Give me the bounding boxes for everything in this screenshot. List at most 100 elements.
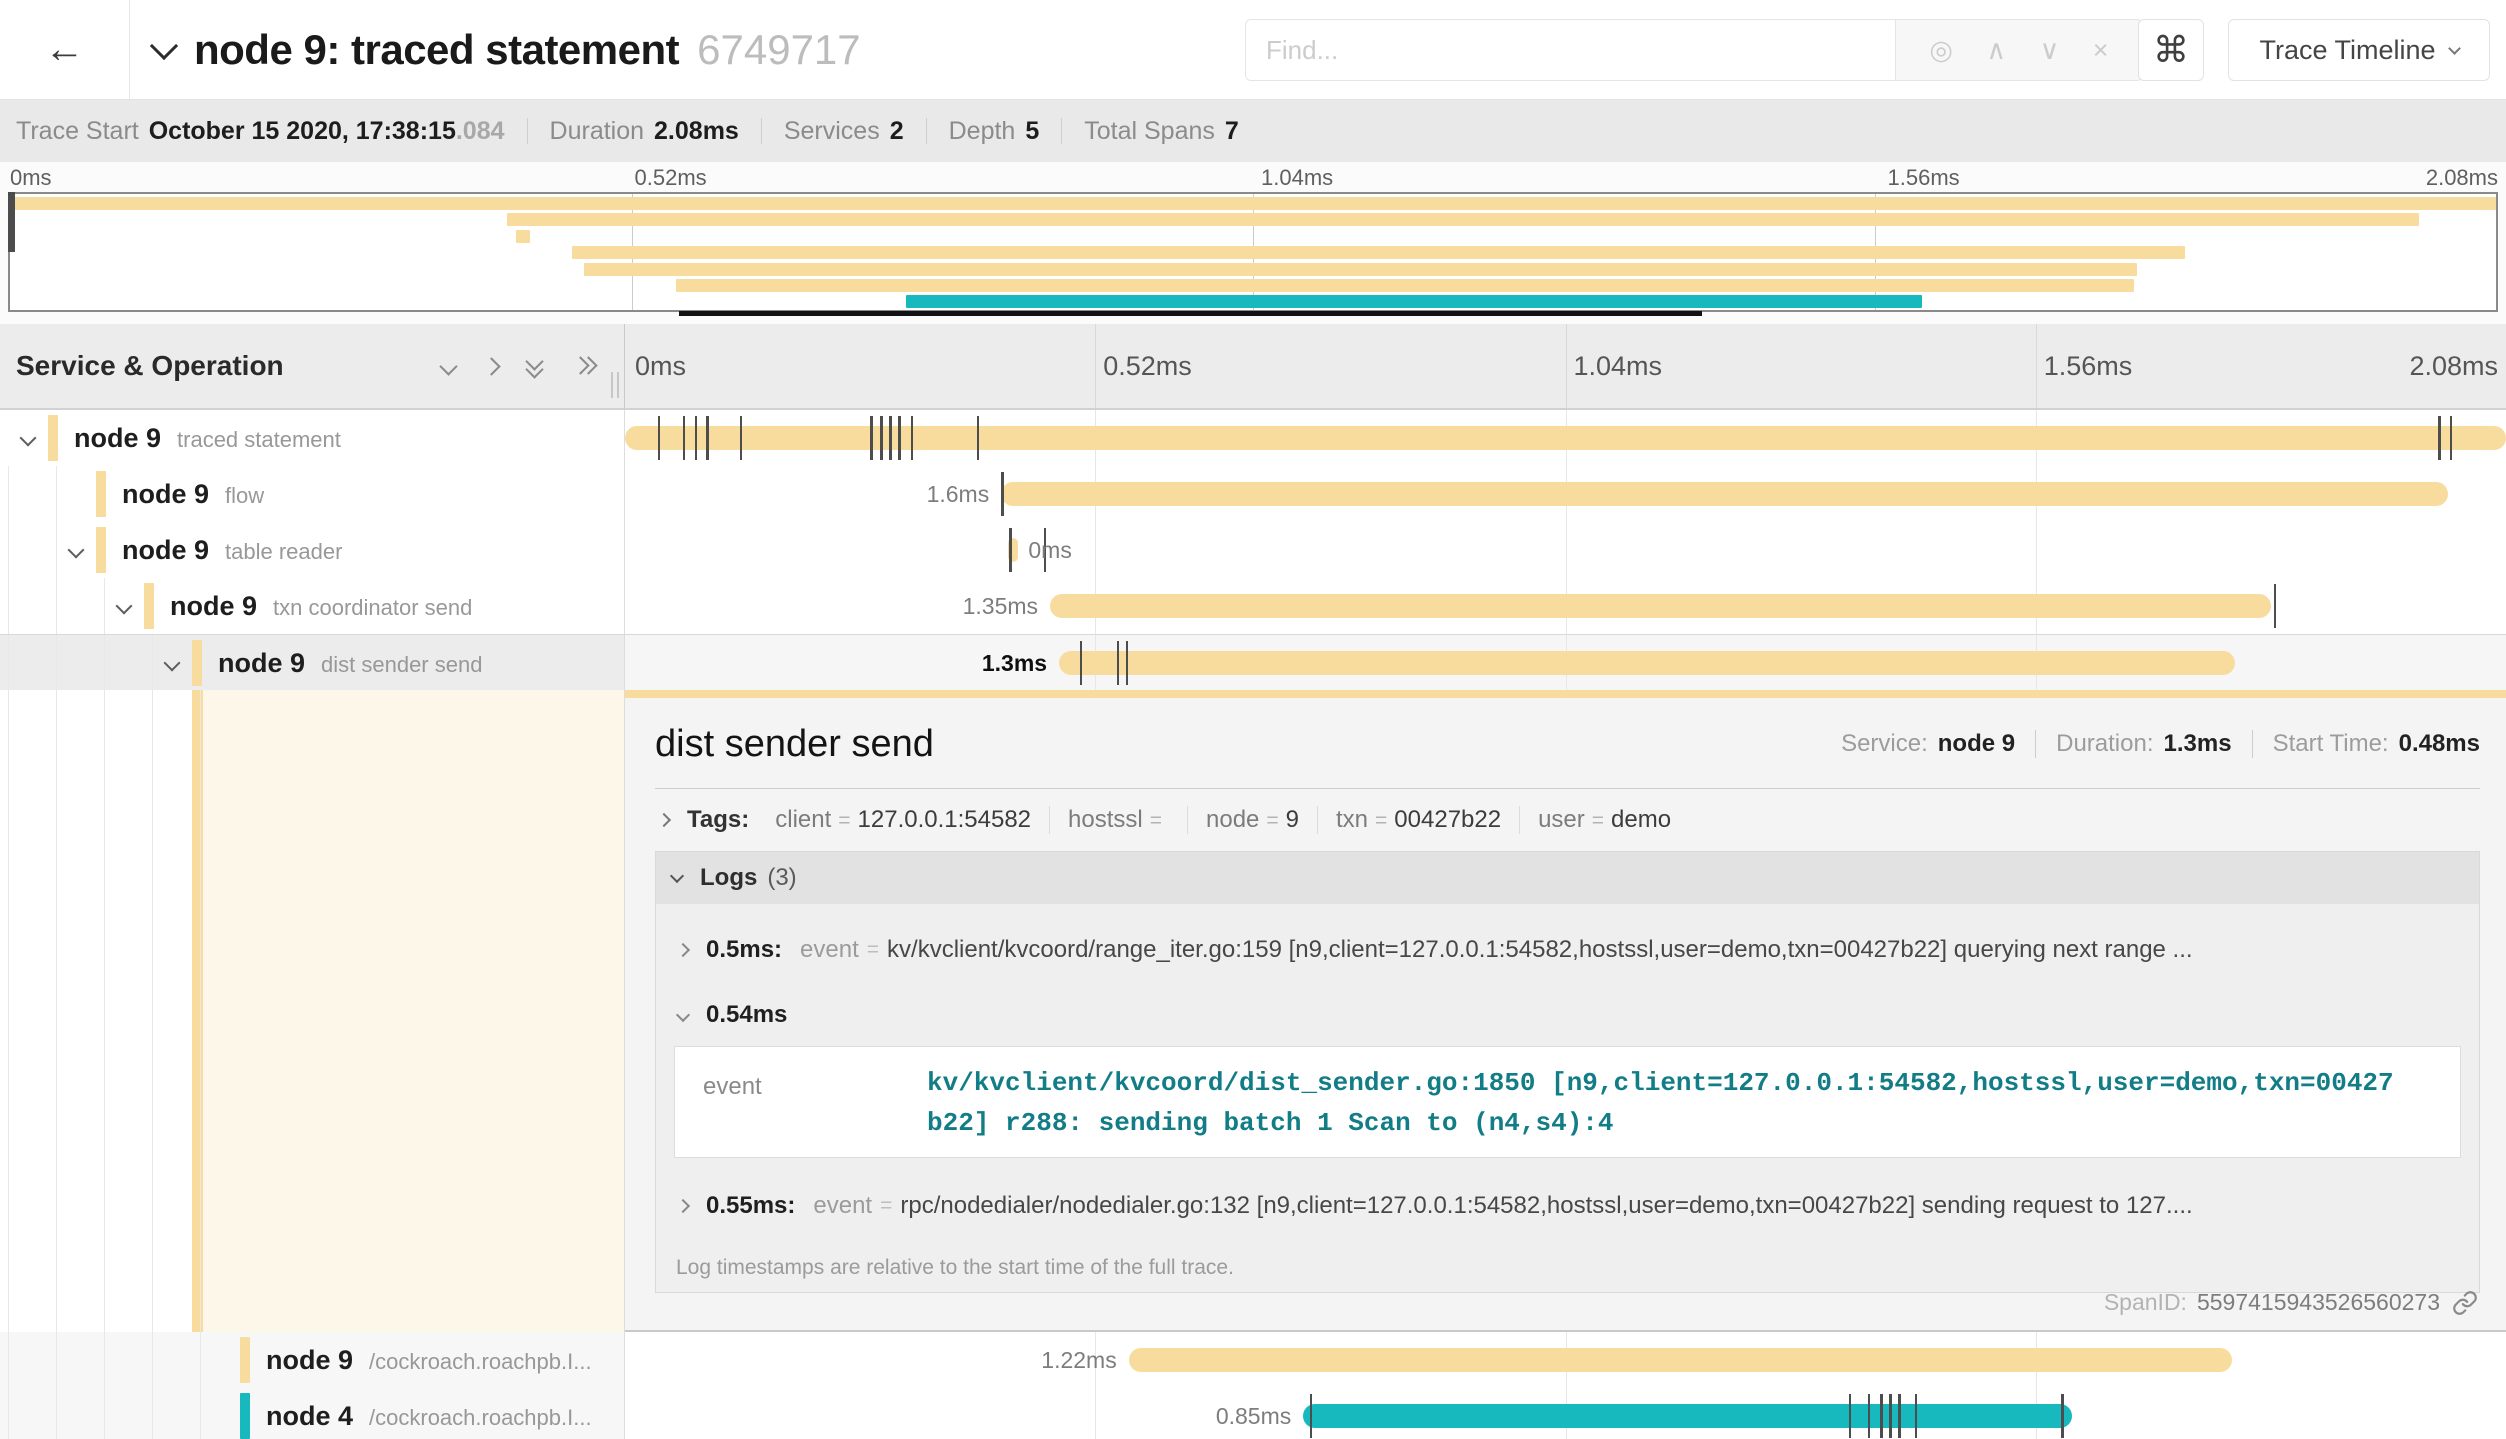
- span-duration-bar[interactable]: [1050, 594, 2271, 618]
- span-row[interactable]: node 9traced statement: [0, 410, 2506, 466]
- span-timeline-cell[interactable]: [625, 410, 2506, 466]
- summary-value: 2.08ms: [654, 117, 739, 145]
- view-selector-button[interactable]: Trace Timeline: [2228, 19, 2490, 81]
- collapse-span-chevron-icon[interactable]: [116, 598, 133, 615]
- selected-span-top-border: [625, 690, 2506, 698]
- operation-name: table reader: [225, 539, 342, 564]
- summary-label: Total Spans: [1084, 117, 1215, 145]
- keyboard-shortcuts-button[interactable]: ⌘: [2138, 19, 2204, 81]
- collapse-span-chevron-icon[interactable]: [20, 430, 37, 447]
- summary-item: Total Spans 7: [1084, 117, 1239, 146]
- span-row[interactable]: node 9dist sender send1.3ms: [0, 634, 2506, 690]
- selected-span-tint: [203, 690, 624, 1332]
- span-duration-bar[interactable]: [625, 426, 2506, 450]
- span-duration-bar[interactable]: [1303, 1404, 2072, 1428]
- minimap-span-bar: [507, 213, 2419, 226]
- log-fields-table: eventkv/kvclient/kvcoord/dist_sender.go:…: [674, 1046, 2461, 1158]
- minimap-canvas[interactable]: [8, 192, 2498, 312]
- tags-list: client=127.0.0.1:54582hostssl=node=9txn=…: [775, 806, 1671, 834]
- log-entry-collapsed[interactable]: 0.55ms:event=rpc/nodedialer/nodedialer.g…: [672, 1168, 2463, 1244]
- log-marker-tick: [977, 416, 980, 460]
- timeline-column-headers: Service & Operation 0ms0.52ms1.04ms1.56m…: [0, 324, 2506, 410]
- column-resize-handle[interactable]: [611, 372, 619, 398]
- span-name-cell[interactable]: node 9txn coordinator send: [0, 578, 625, 634]
- gridline: [1095, 1388, 1096, 1439]
- prev-match-icon[interactable]: ∧: [1986, 35, 2006, 66]
- gridline: [1095, 522, 1096, 578]
- clear-find-icon[interactable]: ×: [2093, 35, 2109, 66]
- span-timeline-cell[interactable]: 0.85ms: [625, 1388, 2506, 1439]
- span-name-cell[interactable]: node 4/cockroach.roachpb.I...: [0, 1388, 625, 1439]
- match-locate-icon[interactable]: ◎: [1929, 35, 1953, 66]
- span-timeline-cell[interactable]: 1.6ms: [625, 466, 2506, 522]
- tree-guide-line: [56, 522, 57, 578]
- span-row[interactable]: node 4/cockroach.roachpb.I... 0.85ms: [0, 1388, 2506, 1439]
- span-timeline-cell[interactable]: 1.22ms: [625, 1332, 2506, 1388]
- span-timeline-cell[interactable]: 1.35ms: [625, 578, 2506, 634]
- span-name-cell[interactable]: node 9flow: [0, 466, 625, 522]
- summary-value-suffix: .084: [456, 117, 505, 145]
- span-timeline-cell[interactable]: 0ms: [625, 522, 2506, 578]
- minimap-viewport-scrollbar[interactable]: [679, 311, 1702, 316]
- operation-name: /cockroach.roachpb.I...: [369, 1349, 592, 1374]
- log-marker-tick: [1117, 641, 1120, 685]
- summary-label: Duration: [550, 117, 645, 145]
- tag-item: hostssl=: [1068, 806, 1169, 834]
- collapse-span-chevron-icon[interactable]: [68, 542, 85, 559]
- log-marker-tick: [1080, 641, 1083, 685]
- span-row[interactable]: node 9txn coordinator send1.35ms: [0, 578, 2506, 634]
- log-entry-collapsed[interactable]: 0.5ms:event=kv/kvclient/kvcoord/range_it…: [672, 912, 2463, 988]
- summary-item: Trace StartOctober 15 2020, 17:38:15.084: [16, 117, 505, 146]
- summary-label: Services: [784, 117, 880, 145]
- log-timestamp: 0.5ms:: [706, 936, 782, 964]
- span-row[interactable]: node 9table reader0ms: [0, 522, 2506, 578]
- minimap-drag-handle[interactable]: [8, 192, 15, 252]
- collapse-one-icon[interactable]: [439, 357, 457, 375]
- tree-guide-line: [152, 1388, 153, 1439]
- collapse-all-icon[interactable]: [528, 355, 544, 377]
- span-name-cell[interactable]: node 9table reader: [0, 522, 625, 578]
- find-input[interactable]: [1245, 19, 1895, 81]
- divider: [926, 118, 927, 144]
- span-name-cell[interactable]: node 9traced statement: [0, 410, 625, 466]
- span-detail-header: dist sender send Service:node 9Duration:…: [655, 708, 2480, 780]
- gridline: [1095, 324, 1096, 408]
- axis-tick-label: 0.52ms: [1103, 351, 1192, 382]
- chevron-down-icon: [670, 869, 684, 883]
- span-rows-top: node 9traced statementnode 9flow1.6msnod…: [0, 410, 2506, 690]
- span-row[interactable]: node 9/cockroach.roachpb.I...1.22ms: [0, 1332, 2506, 1388]
- span-duration-bar[interactable]: [1059, 651, 2235, 675]
- log-marker-tick: [1001, 472, 1004, 516]
- equals-sign: =: [880, 1194, 892, 1218]
- next-match-icon[interactable]: ∨: [2040, 35, 2060, 66]
- tree-guide-line: [152, 1332, 153, 1388]
- back-button[interactable]: ←: [0, 0, 130, 99]
- span-name-cell[interactable]: node 9dist sender send: [0, 635, 625, 690]
- collapse-trace-chevron-icon[interactable]: [150, 31, 178, 59]
- service-name: node 4/cockroach.roachpb.I...: [266, 1388, 592, 1439]
- service-color-bar: [144, 583, 154, 629]
- minimap-span-bar: [516, 230, 530, 243]
- summary-value: 7: [1225, 117, 1239, 145]
- span-row[interactable]: node 9flow1.6ms: [0, 466, 2506, 522]
- deep-link-icon[interactable]: [2452, 1290, 2478, 1316]
- log-entry-expanded-header[interactable]: 0.54ms: [672, 988, 2463, 1042]
- span-name-cell[interactable]: node 9/cockroach.roachpb.I...: [0, 1332, 625, 1388]
- span-duration-bar[interactable]: [1001, 482, 2448, 506]
- collapse-span-chevron-icon[interactable]: [164, 655, 181, 672]
- tag-value: 00427b22: [1394, 806, 1501, 834]
- tags-row[interactable]: Tags: client=127.0.0.1:54582hostssl=node…: [655, 789, 2480, 851]
- tree-guide-line: [8, 466, 9, 522]
- expand-all-icon[interactable]: [574, 355, 590, 377]
- logs-header[interactable]: Logs (3): [656, 852, 2479, 904]
- logs-section: Logs (3) 0.5ms:event=kv/kvclient/kvcoord…: [655, 851, 2480, 1293]
- tree-guide-line: [200, 1388, 201, 1439]
- divider: [1061, 118, 1062, 144]
- expand-one-icon[interactable]: [482, 357, 500, 375]
- span-duration-bar[interactable]: [1129, 1348, 2232, 1372]
- axis-tick-label: 1.56ms: [2044, 351, 2133, 382]
- span-timeline-cell[interactable]: 1.3ms: [625, 635, 2506, 690]
- tree-guide-line: [56, 578, 57, 634]
- tree-guide-line: [152, 635, 153, 690]
- minimap-span-bar: [572, 246, 2186, 259]
